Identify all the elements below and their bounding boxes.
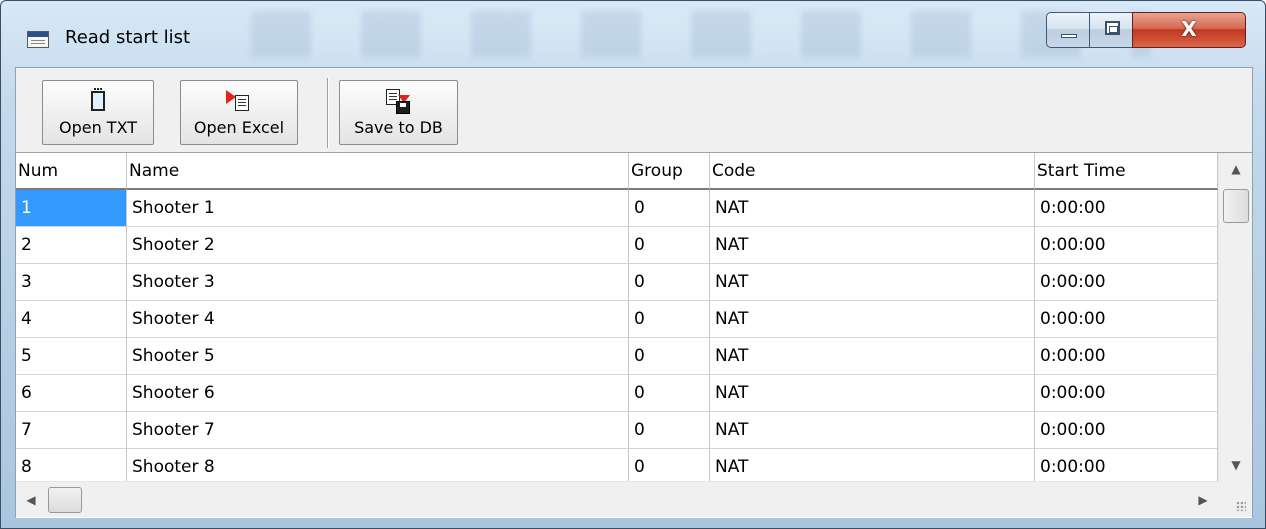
cell-group[interactable]: 0	[629, 338, 710, 375]
cell-code[interactable]: NAT	[710, 190, 1035, 227]
open-excel-button[interactable]: Open Excel	[180, 80, 298, 145]
maximize-icon	[1105, 21, 1120, 35]
title-bar-background	[251, 11, 1151, 57]
window-title: Read start list	[65, 27, 191, 48]
scroll-right-icon[interactable]: ▶	[1188, 482, 1218, 518]
vertical-scrollbar[interactable]: ▲ ▼	[1218, 153, 1252, 481]
cell-num[interactable]: 1	[16, 190, 127, 227]
cell-num[interactable]: 2	[16, 227, 127, 264]
cell-start-time[interactable]: 0:00:00	[1035, 338, 1218, 375]
read-start-list-window: Read start list X Open TXT Open Excel Sa…	[0, 0, 1266, 529]
scroll-down-icon[interactable]: ▼	[1219, 449, 1252, 481]
cell-group[interactable]: 0	[629, 227, 710, 264]
client-area: Open TXT Open Excel Save to DB Num Name …	[15, 67, 1253, 518]
column-header-num[interactable]: Num	[16, 153, 127, 190]
save-to-db-button[interactable]: Save to DB	[339, 80, 458, 145]
cell-start-time[interactable]: 0:00:00	[1035, 412, 1218, 449]
start-list-grid[interactable]: Num Name Group Code Start Time 1 Shooter …	[16, 153, 1252, 518]
cell-start-time[interactable]: 0:00:00	[1035, 190, 1218, 227]
cell-num[interactable]: 3	[16, 264, 127, 301]
cell-code[interactable]: NAT	[710, 264, 1035, 301]
toolbar-separator	[327, 78, 329, 148]
cell-code[interactable]: NAT	[710, 412, 1035, 449]
cell-name[interactable]: Shooter 7	[127, 412, 629, 449]
column-header-start-time[interactable]: Start Time	[1035, 153, 1218, 190]
toolbar: Open TXT Open Excel Save to DB	[16, 68, 1252, 153]
open-excel-icon	[226, 90, 252, 114]
column-header-name[interactable]: Name	[127, 153, 629, 190]
cell-code[interactable]: NAT	[710, 301, 1035, 338]
maximize-button[interactable]	[1089, 12, 1133, 48]
cell-start-time[interactable]: 0:00:00	[1035, 375, 1218, 412]
title-bar[interactable]: Read start list X	[1, 1, 1265, 63]
horizontal-scroll-thumb[interactable]	[48, 487, 82, 513]
cell-start-time[interactable]: 0:00:00	[1035, 264, 1218, 301]
minimize-button[interactable]	[1046, 12, 1090, 48]
column-header-code[interactable]: Code	[710, 153, 1035, 190]
cell-group[interactable]: 0	[629, 264, 710, 301]
cell-group[interactable]: 0	[629, 412, 710, 449]
open-txt-label: Open TXT	[58, 118, 138, 137]
save-to-db-icon	[385, 89, 412, 115]
open-txt-button[interactable]: Open TXT	[42, 80, 154, 145]
app-window-icon	[27, 31, 49, 48]
close-button[interactable]: X	[1132, 12, 1246, 48]
save-to-db-label: Save to DB	[354, 118, 443, 137]
cell-group[interactable]: 0	[629, 190, 710, 227]
cell-num[interactable]: 7	[16, 412, 127, 449]
cell-group[interactable]: 0	[629, 301, 710, 338]
cell-name[interactable]: Shooter 3	[127, 264, 629, 301]
cell-num[interactable]: 6	[16, 375, 127, 412]
minimize-icon	[1061, 34, 1077, 38]
cell-num[interactable]: 5	[16, 338, 127, 375]
cell-group[interactable]: 0	[629, 375, 710, 412]
cell-code[interactable]: NAT	[710, 338, 1035, 375]
cell-name[interactable]: Shooter 1	[127, 190, 629, 227]
cell-name[interactable]: Shooter 5	[127, 338, 629, 375]
cell-start-time[interactable]: 0:00:00	[1035, 227, 1218, 264]
scroll-left-icon[interactable]: ◀	[16, 482, 46, 518]
vertical-scroll-thumb[interactable]	[1223, 189, 1249, 223]
horizontal-scrollbar[interactable]: ◀ ▶	[16, 481, 1218, 517]
open-excel-label: Open Excel	[193, 118, 285, 137]
close-icon: X	[1181, 17, 1197, 41]
resize-grip-icon[interactable]	[1218, 481, 1252, 517]
cell-code[interactable]: NAT	[710, 375, 1035, 412]
cell-num[interactable]: 4	[16, 301, 127, 338]
cell-start-time[interactable]: 0:00:00	[1035, 301, 1218, 338]
cell-name[interactable]: Shooter 6	[127, 375, 629, 412]
cell-code[interactable]: NAT	[710, 227, 1035, 264]
cell-name[interactable]: Shooter 4	[127, 301, 629, 338]
column-header-group[interactable]: Group	[629, 153, 710, 190]
cell-name[interactable]: Shooter 2	[127, 227, 629, 264]
notepad-icon	[91, 88, 105, 111]
scroll-up-icon[interactable]: ▲	[1219, 153, 1252, 185]
